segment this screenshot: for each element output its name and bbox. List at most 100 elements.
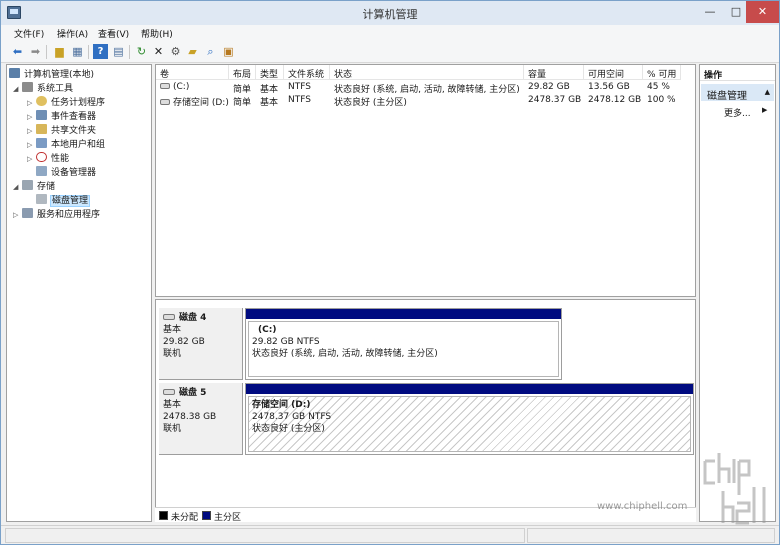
column-header-free-space[interactable]: 可用空间 <box>584 65 643 80</box>
column-header-capacity[interactable]: 容量 <box>524 65 584 80</box>
title-bar[interactable]: 计算机管理 — □ ✕ <box>1 1 779 25</box>
tree-performance[interactable]: ▷ 性能 <box>27 151 70 164</box>
window-title: 计算机管理 <box>362 8 418 21</box>
tree-device-manager[interactable]: 设备管理器 <box>36 165 97 178</box>
tools-icon <box>22 82 33 92</box>
collapsed-arrow-icon[interactable]: ▷ <box>27 141 36 149</box>
clock-icon <box>36 96 47 106</box>
close-button[interactable]: ✕ <box>746 1 779 23</box>
status-cell: 状态良好 (系统, 启动, 活动, 故障转储, 主分区) <box>334 85 520 94</box>
type-cell: 基本 <box>260 98 279 107</box>
menu-action[interactable]: 操作(A) <box>57 27 88 40</box>
collapsed-arrow-icon[interactable]: ▷ <box>27 127 36 135</box>
services-icon <box>22 208 33 218</box>
partition-c[interactable]: (C:) 29.82 GB NTFS 状态良好 (系统, 启动, 活动, 故障转… <box>245 308 562 380</box>
type-cell: 基本 <box>260 85 279 94</box>
column-header-status[interactable]: 状态 <box>330 65 524 80</box>
disk-size: 29.82 GB <box>163 337 205 347</box>
computer-icon <box>9 68 20 78</box>
partition-status: 状态良好 (系统, 启动, 活动, 故障转储, 主分区) <box>252 349 438 359</box>
submenu-arrow-icon[interactable]: ▶ <box>762 106 767 114</box>
refresh-icon[interactable]: ↻ <box>134 44 149 59</box>
disk-size: 2478.38 GB <box>163 412 217 422</box>
filesystem-cell: NTFS <box>288 95 311 105</box>
disk-5-label[interactable]: 磁盘 5 基本 2478.38 GB 联机 <box>159 383 243 455</box>
search-icon[interactable]: ⌕ <box>203 44 218 59</box>
back-icon[interactable]: ⬅ <box>10 44 25 59</box>
partition-header-bar <box>246 384 693 394</box>
menu-bar: 文件(F) 操作(A) 查看(V) 帮助(H) <box>1 25 779 41</box>
device-manager-icon <box>36 166 47 176</box>
disk-type: 基本 <box>163 325 182 335</box>
properties-icon[interactable]: ▤ <box>111 44 126 59</box>
volume-list: 卷 布局 类型 文件系统 状态 容量 可用空间 % 可用 (C:) 简单 基本 … <box>155 64 696 297</box>
partition-size: 2478.37 GB NTFS <box>252 412 332 422</box>
actions-more[interactable]: 更多... <box>724 106 751 119</box>
forward-icon[interactable]: ➡ <box>28 44 43 59</box>
storage-icon <box>22 180 33 190</box>
volume-icon <box>160 83 170 89</box>
tree-event-viewer[interactable]: ▷ 事件查看器 <box>27 109 97 122</box>
export-icon[interactable]: ▣ <box>221 44 236 59</box>
percent-free-cell: 45 % <box>647 82 670 92</box>
partition-name: (C:) <box>258 325 277 335</box>
layout-cell: 简单 <box>233 98 252 107</box>
partition-d[interactable]: 存储空间 (D:) 2478.37 GB NTFS 状态良好 (主分区) <box>245 383 694 455</box>
menu-file[interactable]: 文件(F) <box>14 27 44 40</box>
settings-icon[interactable]: ⚙ <box>168 44 183 59</box>
disk-management-icon <box>36 194 47 204</box>
help-icon[interactable]: ? <box>93 44 108 59</box>
partition-size: 29.82 GB NTFS <box>252 337 320 347</box>
partition-name: 存储空间 (D:) <box>252 400 311 410</box>
menu-help[interactable]: 帮助(H) <box>141 27 173 40</box>
layout-cell: 简单 <box>233 85 252 94</box>
disk-status: 联机 <box>163 424 182 434</box>
tree-task-scheduler[interactable]: ▷ 任务计划程序 <box>27 95 106 108</box>
legend-unallocated-swatch <box>159 511 168 520</box>
collapsed-arrow-icon[interactable]: ▷ <box>27 99 36 107</box>
free-space-cell: 13.56 GB <box>588 82 630 92</box>
collapsed-arrow-icon[interactable]: ▷ <box>27 113 36 121</box>
filesystem-cell: NTFS <box>288 82 311 92</box>
actions-title: 操作 <box>700 65 775 81</box>
tree-local-users[interactable]: ▷ 本地用户和组 <box>27 137 106 150</box>
column-header-volume[interactable]: 卷 <box>156 65 229 80</box>
up-folder-icon[interactable]: ▆ <box>52 44 67 59</box>
expanded-arrow-icon[interactable]: ◢ <box>13 183 22 191</box>
column-header-layout[interactable]: 布局 <box>229 65 256 80</box>
disk-4-label[interactable]: 磁盘 4 基本 29.82 GB 联机 <box>159 308 243 380</box>
collapsed-arrow-icon[interactable]: ▷ <box>13 211 22 219</box>
toolbar-separator <box>46 45 47 59</box>
shared-folder-icon <box>36 124 47 134</box>
delete-icon[interactable]: ✕ <box>151 44 166 59</box>
capacity-cell: 2478.37 GB <box>528 95 582 105</box>
tree-root[interactable]: 计算机管理(本地) <box>9 67 95 80</box>
partition-d-body[interactable]: 存储空间 (D:) 2478.37 GB NTFS 状态良好 (主分区) <box>248 396 691 452</box>
minimize-button[interactable]: — <box>697 1 723 23</box>
percent-free-cell: 100 % <box>647 95 676 105</box>
show-hide-tree-icon[interactable]: ▦ <box>70 44 85 59</box>
expanded-arrow-icon[interactable]: ◢ <box>13 85 22 93</box>
collapsed-arrow-icon[interactable]: ▷ <box>27 155 36 163</box>
menu-view[interactable]: 查看(V) <box>98 27 129 40</box>
collapse-arrow-icon[interactable]: ▲ <box>765 88 770 96</box>
column-header-filesystem[interactable]: 文件系统 <box>284 65 330 80</box>
event-viewer-icon <box>36 110 47 120</box>
tree-system-tools[interactable]: ◢ 系统工具 <box>13 81 74 94</box>
toolbar: ⬅ ➡ ▆ ▦ ? ▤ ↻ ✕ ⚙ ▰ ⌕ ▣ <box>1 41 779 63</box>
users-icon <box>36 138 47 148</box>
partition-c-body[interactable]: (C:) 29.82 GB NTFS 状态良好 (系统, 启动, 活动, 故障转… <box>248 321 559 377</box>
open-folder-icon[interactable]: ▰ <box>185 44 200 59</box>
tree-disk-management[interactable]: 磁盘管理 <box>36 193 91 207</box>
navigation-tree: 计算机管理(本地) ◢ 系统工具 ▷ 任务计划程序 ▷ 事件查看器 ▷ 共享文件夹 ▷ 本… <box>6 64 152 522</box>
status-bar-segment <box>5 528 525 543</box>
volume-cell: (C:) <box>156 81 229 94</box>
tree-services[interactable]: ▷ 服务和应用程序 <box>13 207 101 220</box>
tree-storage[interactable]: ◢ 存储 <box>13 179 56 192</box>
actions-section-disk-management[interactable]: 磁盘管理 ▲ <box>701 84 774 102</box>
tree-shared-folders[interactable]: ▷ 共享文件夹 <box>27 123 97 136</box>
legend-unallocated-label: 未分配 <box>171 513 199 523</box>
column-header-type[interactable]: 类型 <box>256 65 284 80</box>
performance-icon <box>36 152 47 162</box>
column-header-percent-free[interactable]: % 可用 <box>643 65 681 80</box>
